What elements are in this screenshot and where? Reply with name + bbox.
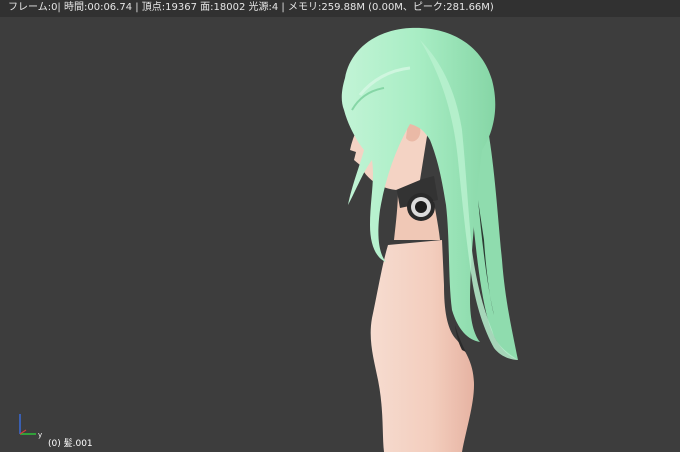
3d-viewport[interactable]: フレーム:0| 時間:00:06.74 | 頂点:19367 面:18002 光… [0,0,680,452]
axis-y-label: y [38,431,42,439]
axis-gizmo-icon: y [19,414,42,439]
character-model[interactable] [0,0,680,452]
active-object-label: (0) 髪.001 [48,439,93,449]
